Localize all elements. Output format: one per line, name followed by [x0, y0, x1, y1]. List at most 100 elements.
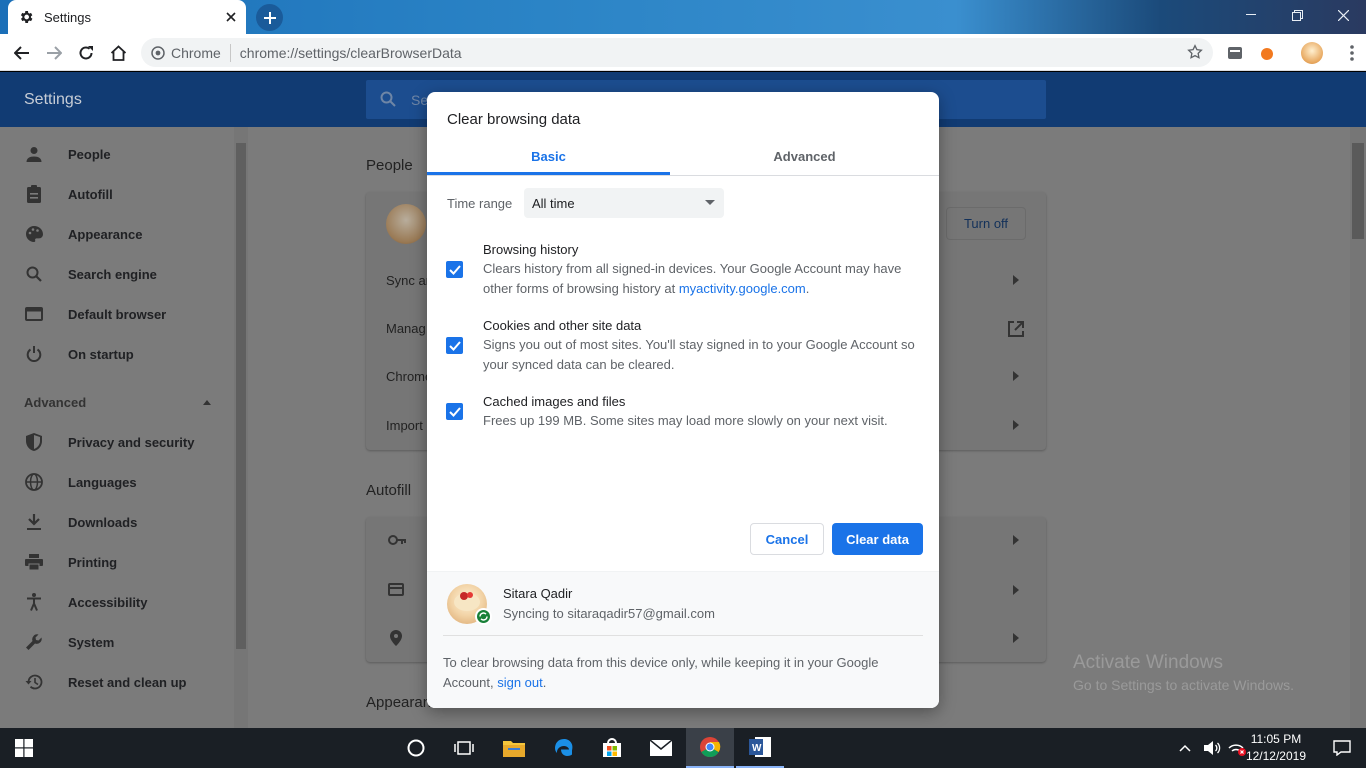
cookies-checkbox[interactable]	[446, 337, 463, 354]
sidebar-item-reset[interactable]: Reset and clean up	[0, 662, 232, 702]
extension-orange-icon[interactable]	[1251, 34, 1283, 71]
url-text[interactable]: chrome://settings/clearBrowserData	[240, 45, 462, 61]
word-icon: W	[749, 737, 771, 757]
back-arrow-icon	[14, 45, 29, 60]
profile-avatar[interactable]	[1296, 34, 1328, 71]
home-button[interactable]	[102, 34, 134, 71]
sign-out-link[interactable]: sign out	[497, 675, 543, 690]
word-app[interactable]: W	[736, 728, 784, 768]
globe-icon	[24, 472, 44, 492]
cached-images-checkbox[interactable]	[446, 403, 463, 420]
sidebar-item-autofill[interactable]: Autofill	[0, 174, 232, 214]
shield-icon	[24, 432, 44, 452]
forward-arrow-icon	[47, 45, 62, 60]
new-tab-button[interactable]	[256, 4, 283, 31]
address-bar[interactable]: Chrome chrome://settings/clearBrowserDat…	[141, 38, 1213, 67]
chevron-right-icon	[1013, 371, 1019, 381]
sidebar-item-on-startup[interactable]: On startup	[0, 334, 232, 374]
reload-button[interactable]	[70, 34, 102, 71]
account-name: Sitara Qadir	[503, 586, 573, 601]
file-explorer-app[interactable]	[490, 728, 538, 768]
palette-icon	[24, 224, 44, 244]
bookmark-star-icon[interactable]	[1187, 44, 1203, 60]
store-app[interactable]	[588, 728, 636, 768]
sidebar-item-system[interactable]: System	[0, 622, 232, 662]
myactivity-link[interactable]: myactivity.google.com	[679, 281, 806, 296]
sidebar-item-downloads[interactable]: Downloads	[0, 502, 232, 542]
back-button[interactable]	[6, 34, 38, 71]
sidebar-advanced-toggle[interactable]: Advanced	[0, 382, 232, 422]
caret-up-icon	[203, 400, 211, 405]
task-view-icon	[454, 741, 474, 755]
sidebar-item-printing[interactable]: Printing	[0, 542, 232, 582]
time-range-select[interactable]: All time	[524, 188, 724, 218]
browser-tab-settings[interactable]: Settings	[8, 0, 246, 34]
chevron-right-icon	[1013, 535, 1019, 545]
clear-browsing-data-dialog: Clear browsing data Basic Advanced Time …	[427, 92, 939, 708]
sidebar-item-languages[interactable]: Languages	[0, 462, 232, 502]
sidebar-item-privacy[interactable]: Privacy and security	[0, 422, 232, 462]
chrome-app[interactable]	[686, 728, 734, 768]
browser-toolbar: Chrome chrome://settings/clearBrowserDat…	[0, 34, 1366, 71]
sidebar-item-appearance[interactable]: Appearance	[0, 214, 232, 254]
search-circle-button[interactable]	[392, 728, 440, 768]
sidebar-item-label: Printing	[68, 554, 118, 570]
start-button[interactable]	[0, 728, 48, 768]
option-title: Cookies and other site data	[483, 318, 642, 333]
footer-divider	[443, 635, 923, 636]
sidebar-item-accessibility[interactable]: Accessibility	[0, 582, 232, 622]
history-icon	[24, 672, 44, 692]
people-row-manage[interactable]: Manag	[386, 321, 426, 336]
sidebar-item-label: Accessibility	[68, 594, 148, 610]
site-chip: Chrome	[171, 44, 221, 61]
power-icon	[24, 344, 44, 364]
minimize-button[interactable]	[1228, 0, 1274, 30]
accessibility-icon	[24, 592, 44, 612]
extension-icon[interactable]	[1219, 34, 1251, 71]
option-browsing-history: Browsing history Clears history from all…	[483, 242, 923, 299]
task-view-button[interactable]	[440, 728, 488, 768]
system-clock[interactable]: 11:05 PM 12/12/2019	[1246, 731, 1306, 765]
close-window-button[interactable]	[1320, 0, 1366, 30]
search-icon	[380, 91, 396, 107]
tab-title: Settings	[44, 9, 91, 25]
people-row-sync[interactable]: Sync ar	[386, 273, 430, 288]
checkmark-icon	[448, 406, 461, 417]
gear-icon	[18, 9, 34, 25]
sidebar-item-search-engine[interactable]: Search engine	[0, 254, 232, 294]
edge-app[interactable]	[540, 728, 588, 768]
page-scrollbar-thumb[interactable]	[1352, 143, 1364, 239]
sidebar-item-default-browser[interactable]: Default browser	[0, 294, 232, 334]
search-icon	[24, 264, 44, 284]
action-center-button[interactable]	[1318, 728, 1366, 768]
sidebar-item-people[interactable]: People	[0, 134, 232, 174]
people-row-import[interactable]: Import	[386, 418, 423, 433]
restore-button[interactable]	[1274, 0, 1320, 30]
tab-basic[interactable]: Basic	[427, 136, 670, 176]
turn-off-sync-button[interactable]: Turn off	[946, 207, 1026, 240]
menu-button[interactable]	[1336, 34, 1366, 71]
svg-text:W: W	[752, 743, 762, 754]
tab-close-icon[interactable]	[226, 12, 236, 22]
volume-icon	[1204, 741, 1221, 755]
browsing-history-checkbox[interactable]	[446, 261, 463, 278]
appearance-section-title: Appearan	[366, 694, 432, 711]
sidebar-item-label: Autofill	[68, 186, 113, 202]
download-icon	[24, 512, 44, 532]
sidebar-item-label: Downloads	[68, 514, 138, 530]
sidebar-scrollbar-thumb[interactable]	[236, 143, 246, 649]
forward-button[interactable]	[38, 34, 70, 71]
cancel-button[interactable]: Cancel	[750, 523, 824, 555]
mail-app[interactable]	[637, 728, 685, 768]
tab-advanced[interactable]: Advanced	[683, 136, 926, 176]
time-range-value: All time	[532, 195, 575, 211]
sign-out-note: To clear browsing data from this device …	[443, 655, 879, 690]
clear-data-button[interactable]: Clear data	[832, 523, 923, 555]
people-row-chrome-name[interactable]: Chrome	[386, 369, 432, 384]
key-icon	[388, 535, 406, 545]
option-description: Signs you out of most sites. You'll stay…	[483, 337, 915, 372]
notification-icon	[1333, 740, 1351, 756]
chrome-icon	[700, 737, 721, 758]
account-avatar-bg	[386, 204, 426, 244]
watermark-line1: Activate Windows	[1073, 652, 1223, 673]
